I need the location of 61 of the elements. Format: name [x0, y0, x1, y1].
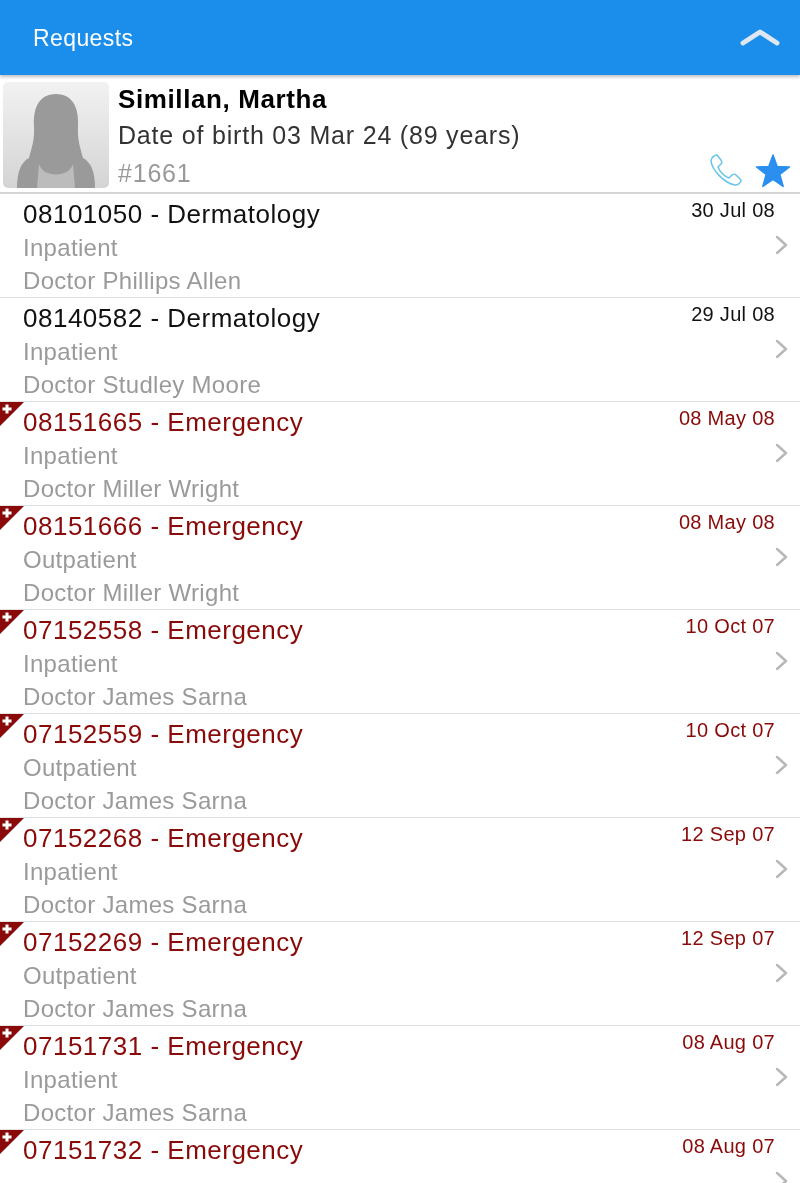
admission-type: Inpatient	[23, 233, 119, 263]
request-title: 08151665 - Emergency	[23, 406, 304, 439]
request-title: 08101050 - Dermatology	[23, 198, 321, 231]
app-bar-title: Requests	[33, 23, 134, 52]
admission-type: Outpatient	[23, 961, 138, 991]
chevron-up-icon[interactable]	[740, 28, 780, 47]
chevron-right-icon	[775, 755, 788, 775]
phone-icon[interactable]	[708, 152, 744, 188]
request-title: 07152558 - Emergency	[23, 614, 304, 647]
doctor-name: Doctor James Sarna	[23, 682, 249, 712]
admission-type: Inpatient	[23, 649, 119, 679]
admission-type: Inpatient	[23, 337, 119, 367]
doctor-name: Doctor James Sarna	[23, 890, 249, 920]
doctor-name: Doctor Miller Wright	[23, 474, 241, 504]
doctor-name: Doctor Phillips Allen	[23, 266, 243, 296]
request-title: 08140582 - Dermatology	[23, 302, 321, 335]
doctor-name: Doctor James Sarna	[23, 1098, 249, 1128]
request-row[interactable]: 08151665 - Emergency Inpatient Doctor Miller Wright 08 May 08	[0, 402, 800, 506]
request-title: 07152268 - Emergency	[23, 822, 304, 855]
request-date: 10 Oct 07	[685, 718, 775, 743]
request-row[interactable]: 07151731 - Emergency Inpatient Doctor James Sarna 08 Aug 07	[0, 1026, 800, 1130]
request-title: 07152269 - Emergency	[23, 926, 304, 959]
request-row[interactable]: 07152559 - Emergency Outpatient Doctor James Sarna 10 Oct 07	[0, 714, 800, 818]
admission-type: Outpatient	[23, 753, 138, 783]
request-date: 08 Aug 07	[682, 1030, 775, 1055]
chevron-right-icon	[775, 443, 788, 463]
chevron-right-icon	[775, 1067, 788, 1087]
request-date: 08 Aug 07	[682, 1134, 775, 1159]
patient-number: #1661	[118, 158, 193, 189]
request-date: 12 Sep 07	[681, 926, 775, 951]
request-row[interactable]: 07152268 - Emergency Inpatient Doctor James Sarna 12 Sep 07	[0, 818, 800, 922]
request-row[interactable]: 07152269 - Emergency Outpatient Doctor James Sarna 12 Sep 07	[0, 922, 800, 1026]
chevron-right-icon	[775, 339, 788, 359]
date-of-birth: Date of birth 03 Mar 24 (89 years)	[118, 120, 521, 151]
chevron-right-icon	[775, 651, 788, 671]
chevron-right-icon	[775, 235, 788, 255]
request-row[interactable]: 08151666 - Emergency Outpatient Doctor Miller Wright 08 May 08	[0, 506, 800, 610]
request-row[interactable]: 07152558 - Emergency Inpatient Doctor James Sarna 10 Oct 07	[0, 610, 800, 714]
patient-name: Simillan, Martha	[118, 83, 328, 116]
request-title: 07151731 - Emergency	[23, 1030, 304, 1063]
request-title: 08151666 - Emergency	[23, 510, 304, 543]
chevron-right-icon	[775, 859, 788, 879]
doctor-name: Doctor James Sarna	[23, 786, 249, 816]
request-date: 10 Oct 07	[685, 614, 775, 639]
doctor-name: Doctor Miller Wright	[23, 578, 241, 608]
admission-type: Outpatient	[23, 545, 138, 575]
chevron-right-icon	[775, 963, 788, 983]
admission-type: Inpatient	[23, 857, 119, 887]
request-date: 12 Sep 07	[681, 822, 775, 847]
request-date: 08 May 08	[678, 510, 775, 535]
doctor-name: Doctor James Sarna	[23, 994, 249, 1024]
doctor-name: Doctor Studley Moore	[23, 370, 263, 400]
admission-type: Inpatient	[23, 1065, 119, 1095]
request-title: 07151732 - Emergency	[23, 1134, 304, 1167]
request-date: 29 Jul 08	[691, 302, 775, 327]
request-title: 07152559 - Emergency	[23, 718, 304, 751]
star-icon[interactable]	[755, 154, 791, 188]
chevron-right-icon	[775, 547, 788, 567]
request-date: 30 Jul 08	[691, 198, 775, 223]
admission-type: Inpatient	[23, 441, 119, 471]
request-date: 08 May 08	[678, 406, 775, 431]
